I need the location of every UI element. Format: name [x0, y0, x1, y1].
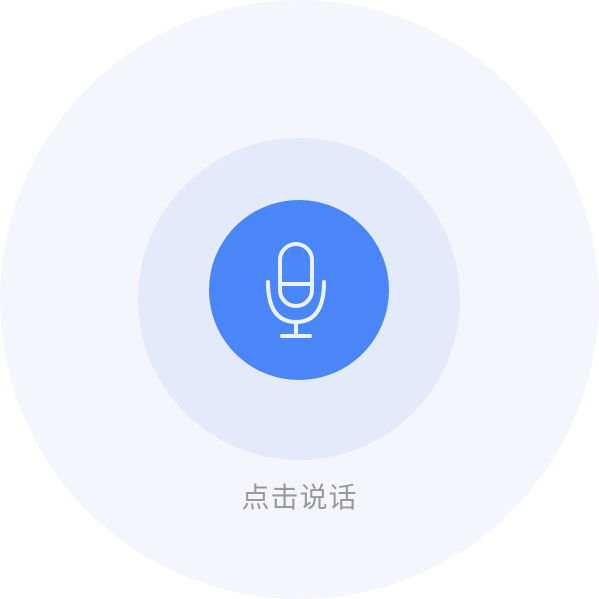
microphone-icon — [266, 242, 326, 338]
tap-to-speak-label: 点击说话 — [241, 481, 358, 514]
microphone-button[interactable] — [209, 200, 389, 380]
